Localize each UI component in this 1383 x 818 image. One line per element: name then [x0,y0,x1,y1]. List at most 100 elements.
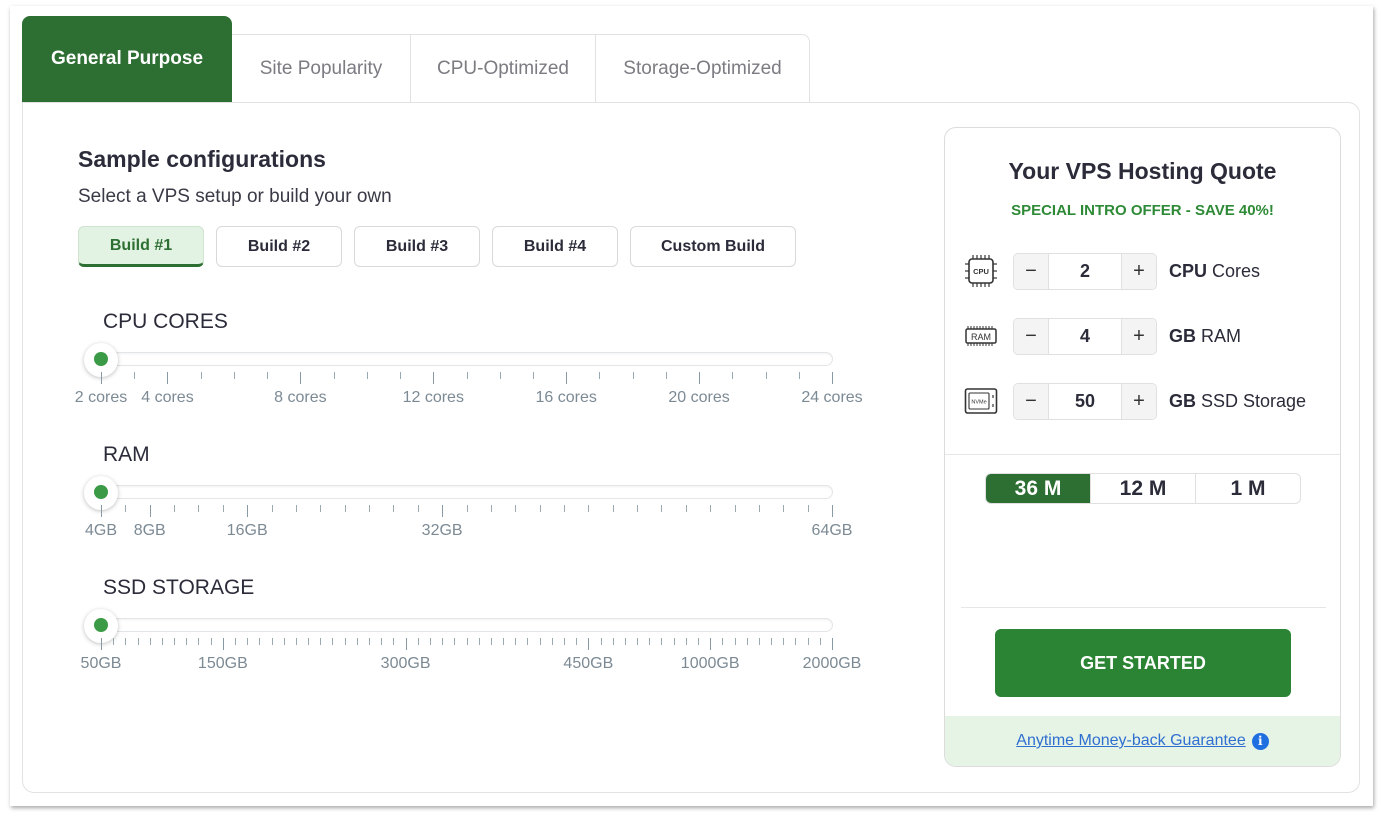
slider-tick [400,372,402,379]
slider-tick [798,372,800,379]
slider-tick [576,638,578,645]
slider-tick [783,505,785,512]
slider-tick [101,372,102,384]
section-subtitle: Select a VPS setup or build your own [78,186,392,207]
slider-tick [222,505,224,512]
tab-storage-optimized[interactable]: Storage-Optimized [596,34,810,102]
ssd-storage-input[interactable]: 50 [1048,383,1122,419]
ram-increment-button[interactable]: + [1122,318,1156,354]
slider-tick [247,638,249,645]
billing-term-selector: 36 M 12 M 1 M [985,473,1301,504]
ssd-storage-stepper: − 50 + [1013,382,1157,420]
term-12-months[interactable]: 12 M [1091,474,1196,503]
quote-divider [961,607,1326,608]
slider-tick-label: 64GB [811,522,853,539]
slider-tick [271,638,273,645]
slider-tick [765,372,767,379]
slider-tick [732,372,734,379]
slider-tick-label: 24 cores [801,389,863,406]
build-2-button[interactable]: Build #2 [216,226,342,267]
slider-tick [588,505,590,512]
slider-tick [393,638,395,645]
slider-tick-label: 1000GB [680,655,740,672]
slider-tick-label: 12 cores [402,389,464,406]
slider-tick [366,372,368,379]
quote-divider [945,454,1340,455]
slider-tick-label: 150GB [197,655,248,672]
cpu-chip-icon: CPU [963,253,999,289]
ssd-storage-label: SSD STORAGE [103,576,255,599]
ram-module-icon: RAM [963,318,999,354]
slider-tick-label: 4 cores [141,389,194,406]
slider-tick [807,638,809,645]
slider-tick [632,372,634,379]
cpu-slider-track[interactable] [100,352,833,366]
term-1-month[interactable]: 1 M [1196,474,1300,503]
tab-cpu-optimized[interactable]: CPU-Optimized [411,34,596,102]
category-tabs: General Purpose Site Popularity CPU-Opti… [22,16,810,103]
slider-tick [356,638,358,645]
build-1-button[interactable]: Build #1 [78,226,204,267]
ssd-slider-ticks [78,638,898,652]
slider-tick [381,638,383,645]
slider-tick [466,505,468,512]
slider-tick-label: 32GB [421,522,463,539]
slider-tick [344,505,346,512]
cpu-increment-button[interactable]: + [1122,253,1156,289]
slider-tick [673,638,675,645]
ssd-storage-unit: GB SSD Storage [1169,391,1306,412]
cpu-slider-tick-labels: 2 cores 4 cores 8 cores 12 cores 16 cores 20 … [74,389,918,411]
slider-tick [369,505,371,512]
slider-tick-label: 8GB [133,522,166,539]
cpu-cores-unit: CPU Cores [1169,261,1260,282]
cpu-cores-input[interactable]: 2 [1048,253,1122,289]
slider-tick [503,638,505,645]
get-started-button[interactable]: GET STARTED [995,629,1291,697]
build-3-button[interactable]: Build #3 [354,226,480,267]
slider-tick [210,638,212,645]
slider-tick [101,505,102,517]
tab-general-purpose[interactable]: General Purpose [22,16,232,102]
slider-tick-label: 300GB [380,655,431,672]
slider-tick [332,638,334,645]
cpu-decrement-button[interactable]: − [1014,253,1048,289]
money-back-guarantee-link[interactable]: Anytime Money-back Guarantee [1016,732,1245,750]
slider-tick [699,372,701,384]
slider-tick [233,372,235,379]
slider-tick-label: 2 cores [74,389,128,406]
slider-tick [267,372,269,379]
ram-slider-track[interactable] [100,485,833,499]
slider-tick [697,638,699,645]
cpu-spec-row: CPU − 2 + CPU Cores [963,252,1260,290]
slider-tick [417,638,419,645]
info-icon[interactable]: i [1251,732,1269,750]
build-buttons: Build #1 Build #2 Build #3 Build #4 Cust… [78,226,796,267]
slider-tick [167,372,169,384]
slider-tick [499,372,501,379]
ssd-spec-row: NVMe − 50 + GB SSD Storage [963,382,1306,420]
term-36-months[interactable]: 36 M [986,474,1091,503]
slider-tick [466,372,468,379]
ssd-slider-track[interactable] [100,618,833,632]
tab-site-popularity[interactable]: Site Popularity [232,34,411,102]
slider-tick [515,505,517,512]
ssd-increment-button[interactable]: + [1122,383,1156,419]
slider-tick [149,505,151,517]
slider-tick [247,505,249,517]
slider-tick [551,638,553,645]
unit-bold: CPU [1169,260,1208,281]
slider-tick [235,638,237,645]
slider-tick [149,638,151,645]
slider-tick [722,638,724,645]
ram-input[interactable]: 4 [1048,318,1122,354]
custom-build-button[interactable]: Custom Build [630,226,796,267]
slider-tick [417,505,419,512]
ssd-decrement-button[interactable]: − [1014,383,1048,419]
slider-tick [320,638,322,645]
handle-dot [94,618,108,632]
slider-tick-label: 450GB [563,655,614,672]
quote-title: Your VPS Hosting Quote [1008,158,1277,184]
guarantee-bar: Anytime Money-back Guarantee i [945,716,1340,766]
ram-decrement-button[interactable]: − [1014,318,1048,354]
build-4-button[interactable]: Build #4 [492,226,618,267]
